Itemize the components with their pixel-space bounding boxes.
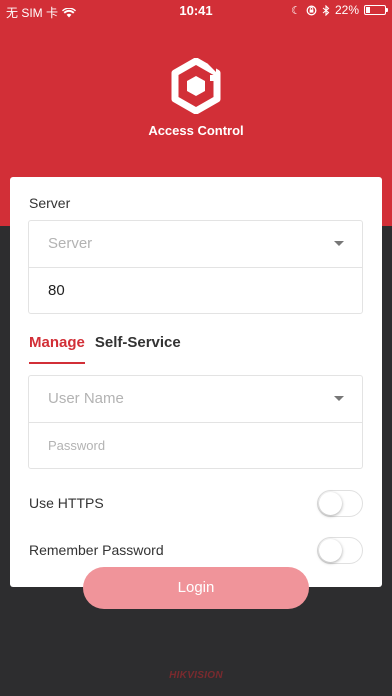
toggle-knob (319, 492, 342, 515)
login-card: Server Server 80 Manage Self-Service Use… (10, 177, 382, 587)
password-input[interactable]: Password (29, 422, 362, 468)
username-select[interactable]: User Name (29, 376, 362, 422)
status-bar: 无 SIM 卡 10:41 ☾ 22% (0, 0, 392, 22)
password-placeholder: Password (48, 438, 106, 453)
tab-self-service[interactable]: Self-Service (95, 334, 181, 364)
credentials-group: User Name Password (28, 375, 363, 469)
battery-percent: 22% (334, 3, 359, 17)
battery-icon (364, 5, 388, 15)
login-button[interactable]: Login (83, 567, 309, 609)
chevron-down-icon[interactable] (334, 396, 344, 401)
server-placeholder: Server (48, 235, 93, 252)
server-label: Server (29, 195, 71, 211)
remember-toggle[interactable] (317, 537, 363, 564)
https-toggle[interactable] (317, 490, 363, 517)
login-mode-tabs: Manage Self-Service (29, 334, 181, 364)
orientation-lock-icon (306, 5, 317, 15)
battery-level (366, 7, 370, 13)
toggle-knob (319, 539, 342, 562)
port-value: 80 (48, 282, 65, 299)
tab-manage[interactable]: Manage (29, 334, 85, 364)
chevron-down-icon[interactable] (334, 241, 344, 246)
bluetooth-icon (322, 4, 330, 16)
remember-label: Remember Password (29, 542, 164, 558)
username-placeholder: User Name (48, 390, 124, 407)
port-input[interactable]: 80 (29, 267, 362, 313)
server-select[interactable]: Server (29, 221, 362, 267)
server-group: Server 80 (28, 220, 363, 314)
moon-icon: ☾ (291, 4, 301, 17)
hexagon-access-logo-icon (171, 58, 221, 114)
https-label: Use HTTPS (29, 495, 104, 511)
app-title: Access Control (148, 123, 244, 138)
brand-logo: HIKVISION (169, 670, 223, 681)
